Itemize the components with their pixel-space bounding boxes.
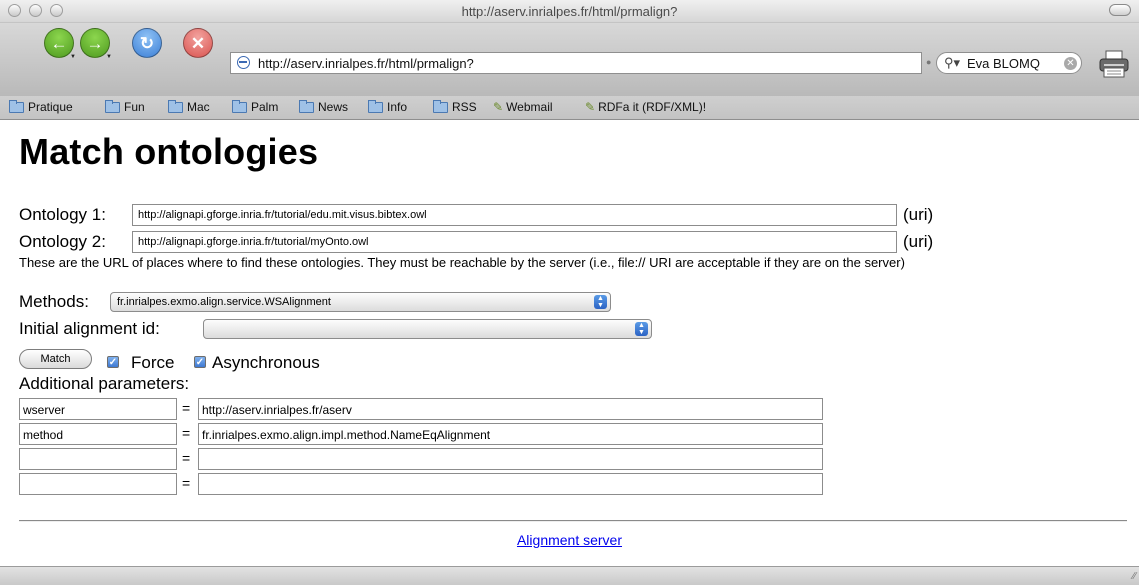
bookmark-pratique[interactable]: Pratique xyxy=(9,99,73,114)
back-button[interactable]: ← ▼ xyxy=(44,28,76,60)
ontology-help-text: These are the URL of places where to fin… xyxy=(19,255,905,270)
print-icon[interactable] xyxy=(1098,50,1130,78)
bookmark-news[interactable]: News xyxy=(299,99,348,114)
folder-icon xyxy=(168,99,183,113)
equals-sign: = xyxy=(182,450,191,466)
bookmark-rdfa-it[interactable]: ✎ RDFa it (RDF/XML)! xyxy=(585,100,706,114)
search-text: Eva BLOMQ xyxy=(967,56,1040,71)
asynchronous-checkbox[interactable]: ✓ xyxy=(194,356,206,368)
initial-alignment-select[interactable]: ▲ ▼ xyxy=(203,319,652,339)
reload-button[interactable]: ↻ xyxy=(132,28,162,58)
clear-search-icon[interactable]: ✕ xyxy=(1064,57,1077,70)
param-key-input[interactable] xyxy=(19,448,177,470)
stop-button[interactable]: ✕ xyxy=(183,28,213,58)
folder-icon xyxy=(368,99,383,113)
folder-icon xyxy=(232,99,247,113)
horizontal-divider xyxy=(19,520,1127,522)
toolbar-toggle-button[interactable] xyxy=(1109,4,1131,16)
resize-grip-icon[interactable]: ∕∕ xyxy=(1133,571,1136,582)
force-checkbox[interactable]: ✓ xyxy=(107,356,119,368)
match-button[interactable]: Match xyxy=(19,349,92,369)
folder-icon xyxy=(433,99,448,113)
search-field[interactable]: ⚲▾ Eva BLOMQ ✕ xyxy=(936,52,1082,74)
select-arrows-icon: ▲ ▼ xyxy=(635,322,648,336)
equals-sign: = xyxy=(182,475,191,491)
stop-icon: ✕ xyxy=(190,33,206,53)
ontology1-label: Ontology 1: xyxy=(19,205,106,224)
asynchronous-label: Asynchronous xyxy=(212,353,320,372)
additional-parameters-label: Additional parameters: xyxy=(19,374,190,393)
ontology1-uri-suffix: (uri) xyxy=(903,205,934,224)
dropdown-marker-icon: ▼ xyxy=(106,54,112,60)
ontology2-label: Ontology 2: xyxy=(19,232,106,251)
force-label: Force xyxy=(131,353,175,372)
param-key-input[interactable]: wserver xyxy=(19,398,177,420)
initial-alignment-label: Initial alignment id: xyxy=(19,319,160,338)
reload-icon: ↻ xyxy=(139,33,155,53)
bookmark-fun[interactable]: Fun xyxy=(105,99,145,114)
bookmark-mac[interactable]: Mac xyxy=(168,99,210,114)
bookmark-rss[interactable]: RSS xyxy=(433,99,477,114)
folder-icon xyxy=(9,99,24,113)
param-key-input[interactable] xyxy=(19,473,177,495)
ontology2-input[interactable]: http://alignapi.gforge.inria.fr/tutorial… xyxy=(132,231,897,253)
param-value-input[interactable]: fr.inrialpes.exmo.align.impl.method.Name… xyxy=(198,423,823,445)
status-bar: ∕∕ xyxy=(0,566,1139,585)
methods-label: Methods: xyxy=(19,292,89,311)
globe-icon xyxy=(237,56,250,69)
address-text: http://aserv.inrialpes.fr/html/prmalign? xyxy=(258,56,474,71)
bookmark-webmail[interactable]: ✎ Webmail xyxy=(493,100,553,114)
address-bar[interactable]: http://aserv.inrialpes.fr/html/prmalign? xyxy=(230,52,922,74)
alignment-server-link[interactable]: Alignment server xyxy=(0,532,1139,548)
param-value-input[interactable] xyxy=(198,473,823,495)
forward-button[interactable]: → ▼ xyxy=(80,28,112,60)
bookmarklet-icon: ✎ xyxy=(493,100,504,114)
bookmark-palm[interactable]: Palm xyxy=(232,99,278,114)
select-arrows-icon: ▲ ▼ xyxy=(594,295,607,309)
bookmark-info[interactable]: Info xyxy=(368,99,407,114)
page-title: Match ontologies xyxy=(19,131,319,172)
search-icon[interactable]: ⚲▾ xyxy=(944,55,960,71)
methods-selected-value: fr.inrialpes.exmo.align.service.WSAlignm… xyxy=(117,296,331,308)
ontology2-uri-suffix: (uri) xyxy=(903,232,934,251)
bookmarks-bar: Pratique Fun Mac Palm News Info RSS ✎ Web… xyxy=(0,96,1139,120)
back-arrow-icon: ← xyxy=(50,33,68,53)
window-title: http://aserv.inrialpes.fr/html/prmalign? xyxy=(461,4,678,19)
param-value-input[interactable] xyxy=(198,448,823,470)
folder-icon xyxy=(105,99,120,113)
window-titlebar: http://aserv.inrialpes.fr/html/prmalign? xyxy=(0,0,1139,23)
checkmark-icon: ✓ xyxy=(108,357,118,368)
equals-sign: = xyxy=(182,425,191,441)
forward-arrow-icon: → xyxy=(86,33,104,53)
checkmark-icon: ✓ xyxy=(195,357,205,368)
param-value-input[interactable]: http://aserv.inrialpes.fr/aserv xyxy=(198,398,823,420)
folder-icon xyxy=(299,99,314,113)
equals-sign: = xyxy=(182,400,191,416)
bookmarklet-icon: ✎ xyxy=(585,100,596,114)
dropdown-marker-icon: ▼ xyxy=(70,54,76,60)
param-key-input[interactable]: method xyxy=(19,423,177,445)
ontology1-input[interactable]: http://alignapi.gforge.inria.fr/tutorial… xyxy=(132,204,897,226)
address-resize-handle-icon[interactable]: ● xyxy=(926,57,931,67)
methods-select[interactable]: fr.inrialpes.exmo.align.service.WSAlignm… xyxy=(110,292,611,312)
